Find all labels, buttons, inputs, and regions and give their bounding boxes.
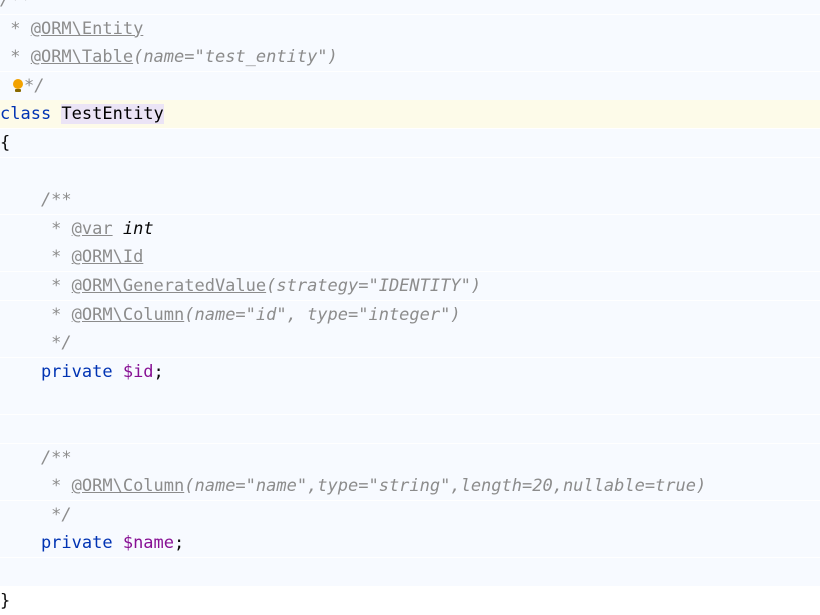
- code-token: *: [0, 276, 72, 296]
- code-line[interactable]: [0, 157, 820, 186]
- code-line[interactable]: }: [0, 586, 820, 615]
- code-line[interactable]: [0, 558, 820, 586]
- code-line[interactable]: /**: [0, 186, 820, 215]
- code-token: @ORM\Id: [71, 247, 144, 268]
- code-token: @ORM\Column: [71, 304, 185, 325]
- code-line[interactable]: * @ORM\Id: [0, 243, 820, 272]
- code-token: }: [0, 590, 11, 611]
- code-token: private: [0, 533, 123, 554]
- code-line[interactable]: [0, 386, 820, 415]
- code-token: @ORM\Entity: [30, 18, 144, 39]
- code-token: TestEntity: [61, 104, 164, 125]
- code-token: *: [0, 247, 72, 268]
- code-line[interactable]: private $id;: [0, 357, 820, 386]
- code-token: ;: [174, 533, 185, 554]
- code-line[interactable]: */: [0, 500, 820, 529]
- code-token: *: [0, 47, 31, 68]
- code-token: *: [0, 218, 72, 239]
- code-token: int: [122, 218, 154, 239]
- code-token: /**: [0, 447, 72, 468]
- code-token: /**: [0, 190, 72, 211]
- code-line[interactable]: */: [0, 329, 820, 358]
- code-token: ;: [153, 361, 164, 382]
- code-line[interactable]: * @ORM\Column(name="id", type="integer"): [0, 300, 820, 329]
- code-token: @var: [71, 218, 113, 239]
- code-token: $name: [122, 533, 175, 554]
- code-token: @ORM\Table: [30, 47, 134, 68]
- code-token: private: [0, 361, 123, 382]
- code-token: *: [0, 18, 31, 39]
- code-line[interactable]: /**: [0, 0, 820, 14]
- code-line[interactable]: {: [0, 129, 820, 157]
- code-line[interactable]: private $name;: [0, 529, 820, 558]
- code-line[interactable]: * @var int: [0, 214, 820, 243]
- code-token: /**: [0, 0, 31, 10]
- code-token: @ORM\Column: [71, 476, 185, 497]
- code-token: */: [0, 333, 72, 354]
- code-token: (name="name",type="string",length=20,nul…: [184, 476, 707, 497]
- code-line[interactable]: * @ORM\GeneratedValue(strategy="IDENTITY…: [0, 272, 820, 300]
- code-token: {: [0, 133, 11, 153]
- lightbulb-icon[interactable]: [12, 78, 24, 93]
- code-token: $id: [122, 361, 154, 382]
- code-line[interactable]: [0, 415, 820, 443]
- code-token: */: [24, 75, 45, 96]
- code-line[interactable]: * @ORM\Entity: [0, 14, 820, 43]
- code-line[interactable]: */: [0, 71, 820, 100]
- code-token: *: [0, 476, 72, 497]
- code-token: (strategy="IDENTITY"): [266, 276, 482, 296]
- code-token: (name="id", type="integer"): [184, 304, 461, 325]
- code-line[interactable]: * @ORM\Column(name="name",type="string",…: [0, 472, 820, 501]
- code-token: *: [0, 304, 72, 325]
- code-editor[interactable]: /** * @ORM\Entity * @ORM\Table(name="tes…: [0, 0, 820, 615]
- code-token: class: [0, 104, 62, 125]
- code-token: (name="test_entity"): [133, 47, 338, 68]
- code-line[interactable]: /**: [0, 443, 820, 472]
- code-line[interactable]: class TestEntity: [0, 100, 820, 129]
- code-token: @ORM\GeneratedValue: [71, 276, 267, 296]
- code-line[interactable]: * @ORM\Table(name="test_entity"): [0, 43, 820, 72]
- code-token: */: [0, 504, 72, 525]
